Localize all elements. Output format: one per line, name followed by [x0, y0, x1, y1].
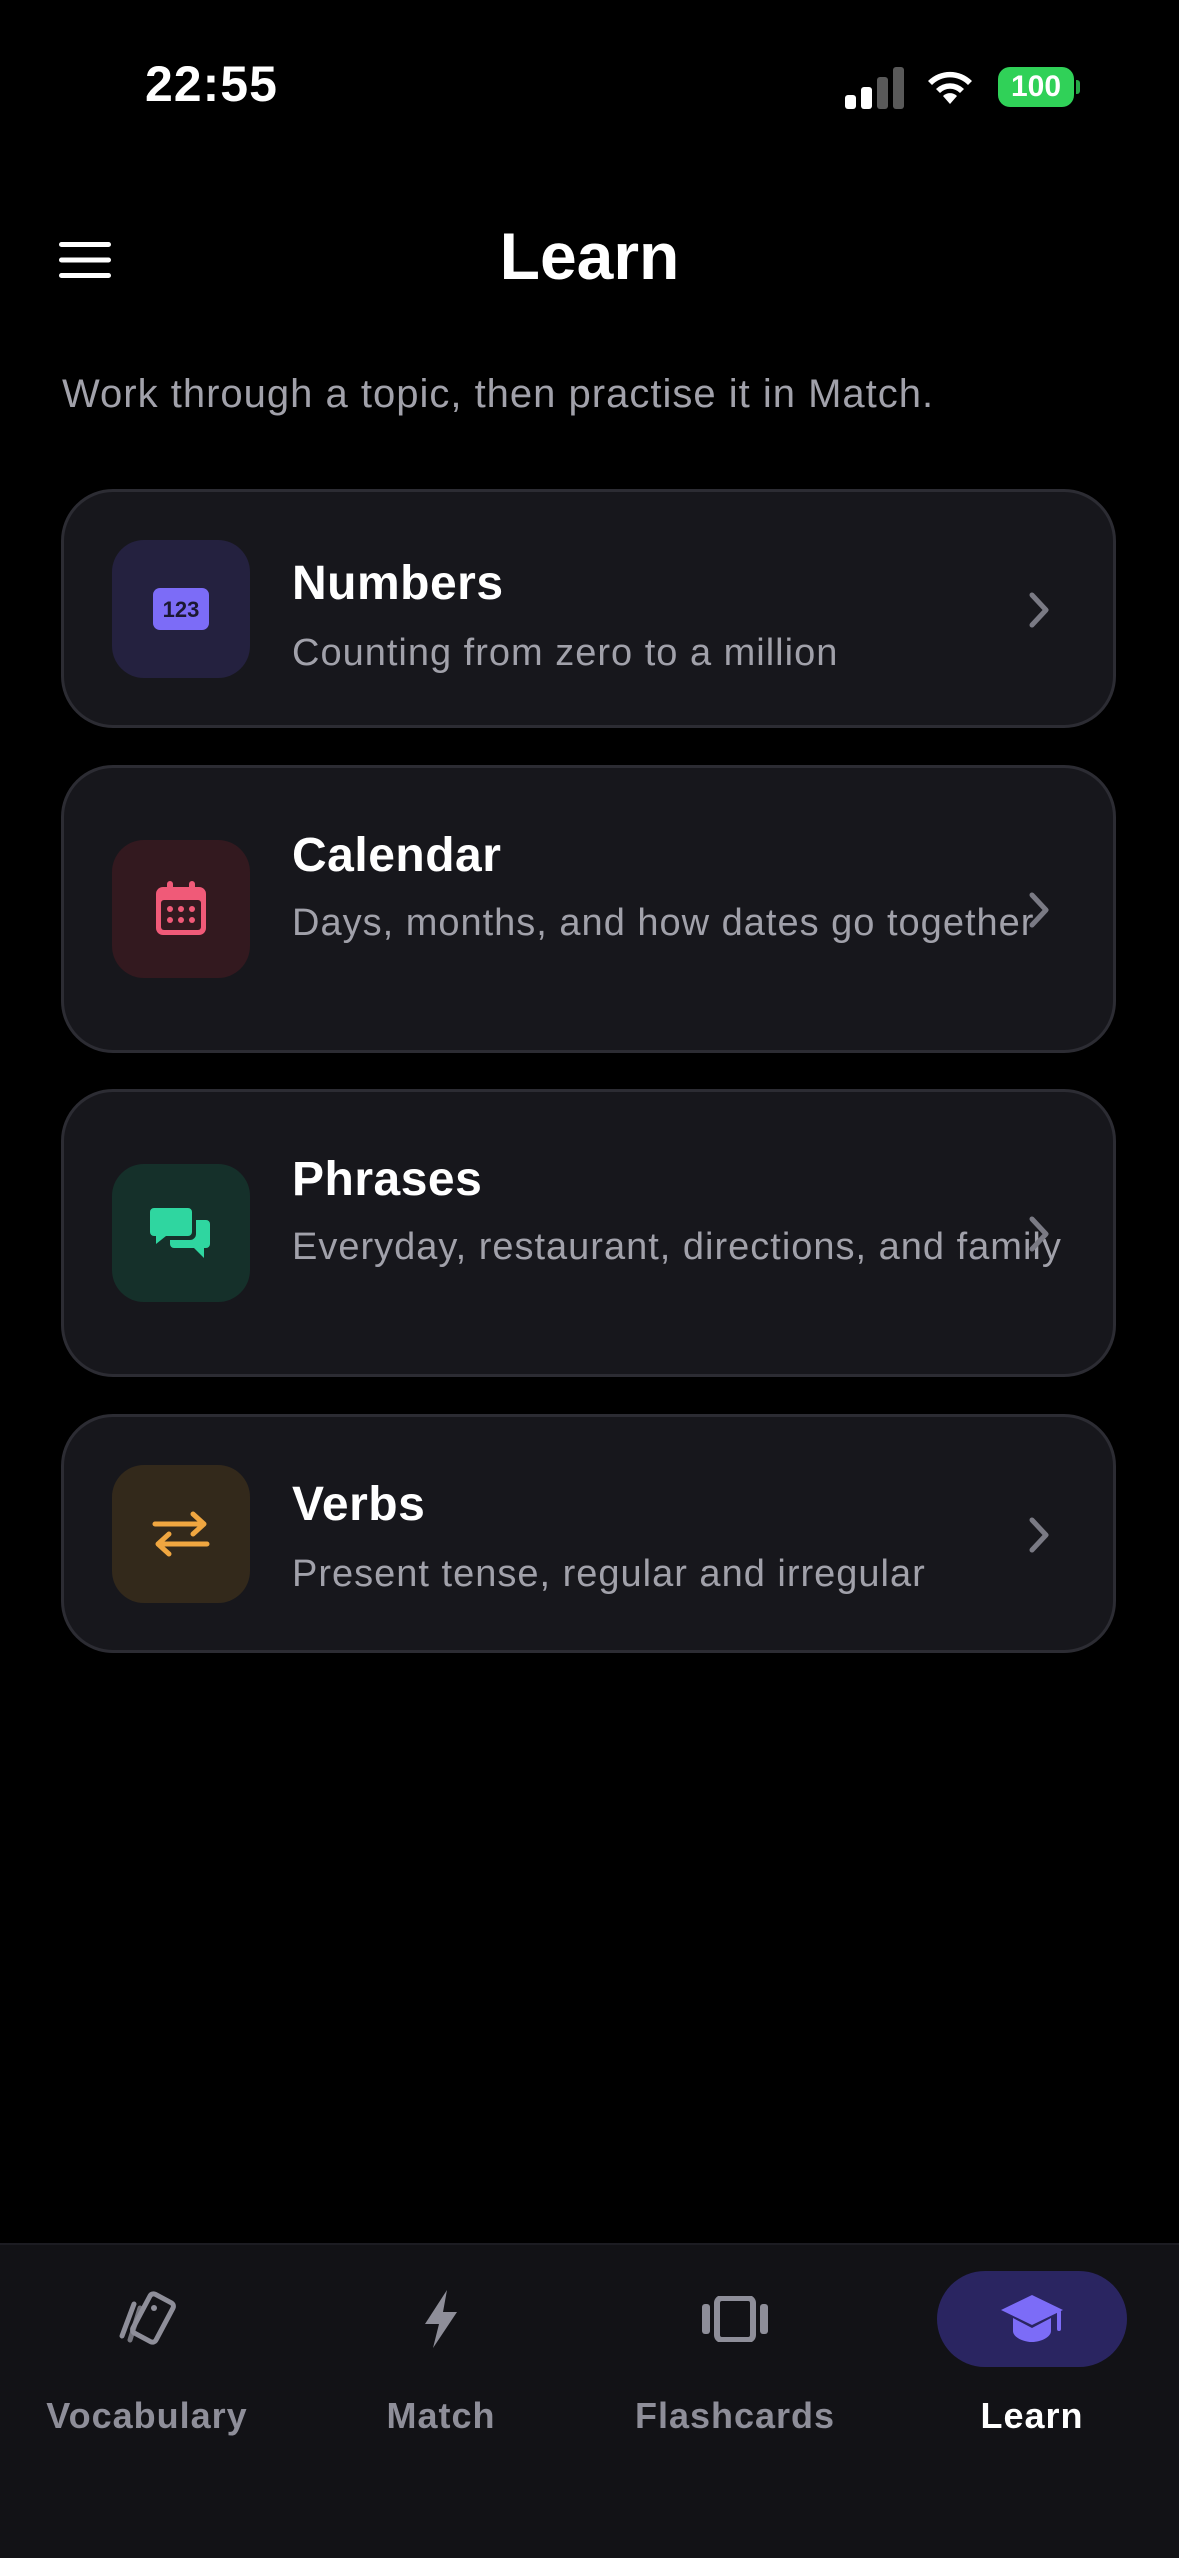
- cards-icon: [119, 2291, 176, 2345]
- topic-title: Verbs: [292, 1478, 426, 1531]
- topic-title: Phrases: [292, 1153, 483, 1206]
- battery-tip: [1076, 80, 1080, 94]
- tab-label: Flashcards: [634, 2395, 836, 2436]
- topic-description: Days, months, and how dates go together: [292, 902, 1035, 944]
- topic-description: Everyday, restaurant, directions, and fa…: [292, 1226, 1062, 1268]
- topic-card-calendar[interactable]: Calendar Days, months, and how dates go …: [61, 765, 1116, 1053]
- battery-level: 100: [998, 67, 1074, 107]
- swap-arrows-icon: [152, 1511, 210, 1557]
- topic-icon-tile: [112, 1164, 250, 1302]
- status-bar: 22:55 100: [0, 0, 1179, 175]
- tab-icon-container: [346, 2271, 536, 2367]
- graduation-cap-icon: [1001, 2295, 1063, 2342]
- carousel-icon: [702, 2296, 768, 2342]
- tab-icon-container: [52, 2271, 242, 2367]
- tab-label: Learn: [980, 2395, 1084, 2436]
- page-subtitle: Work through a topic, then practise it i…: [62, 372, 935, 416]
- tab-icon-container-active: [937, 2271, 1127, 2367]
- bottom-tab-bar: Vocabulary Match Flashcards Learn: [0, 2243, 1179, 2558]
- numbers-123-icon: 123: [153, 588, 209, 630]
- topic-card-phrases[interactable]: Phrases Everyday, restaurant, directions…: [61, 1089, 1116, 1377]
- chevron-right-icon: [1029, 592, 1049, 628]
- topic-icon-tile: [112, 1465, 250, 1603]
- tab-label: Match: [386, 2395, 496, 2436]
- tab-vocabulary[interactable]: Vocabulary: [0, 2271, 294, 2471]
- chevron-right-icon: [1029, 1216, 1049, 1252]
- topic-title: Numbers: [292, 557, 504, 610]
- battery-indicator: 100: [998, 67, 1080, 107]
- lightning-icon: [425, 2290, 457, 2348]
- chevron-right-icon: [1029, 1517, 1049, 1553]
- topic-card-numbers[interactable]: 123 Numbers Counting from zero to a mill…: [61, 489, 1116, 728]
- wifi-icon: [928, 71, 972, 104]
- cellular-signal-icon: [845, 67, 904, 109]
- svg-text:123: 123: [163, 597, 200, 622]
- topic-title: Calendar: [292, 829, 502, 882]
- topic-description: Counting from zero to a million: [292, 632, 839, 674]
- tab-flashcards[interactable]: Flashcards: [588, 2271, 882, 2471]
- tab-match[interactable]: Match: [294, 2271, 588, 2471]
- topic-card-verbs[interactable]: Verbs Present tense, regular and irregul…: [61, 1414, 1116, 1653]
- topic-icon-tile: 123: [112, 540, 250, 678]
- tab-label: Vocabulary: [46, 2395, 248, 2436]
- topic-icon-tile: [112, 840, 250, 978]
- tab-icon-container: [640, 2271, 830, 2367]
- tab-learn[interactable]: Learn: [885, 2271, 1179, 2471]
- chevron-right-icon: [1029, 892, 1049, 928]
- chat-bubbles-icon: [150, 1208, 210, 1258]
- topic-description: Present tense, regular and irregular: [292, 1553, 926, 1595]
- page-title: Learn: [499, 219, 680, 293]
- status-time: 22:55: [145, 56, 278, 112]
- calendar-icon: [156, 881, 206, 935]
